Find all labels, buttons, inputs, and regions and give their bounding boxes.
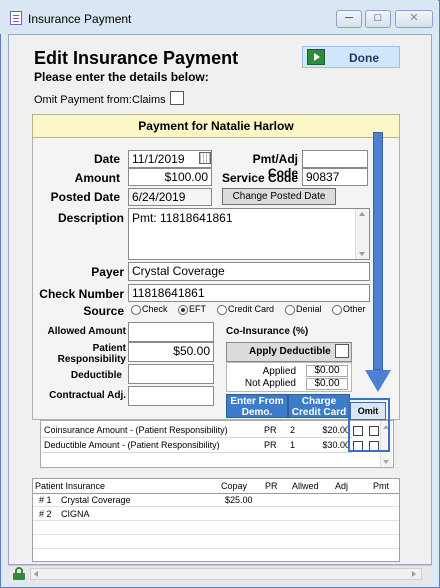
- header-copay: Copay: [221, 481, 248, 491]
- header-pmt: Pmt: [373, 481, 390, 491]
- panel-title: Payment for Natalie Harlow: [32, 114, 400, 138]
- page-title: Edit Insurance Payment: [34, 48, 239, 68]
- scroll-left-icon[interactable]: [34, 571, 38, 577]
- applied-value: $0.00: [306, 365, 348, 377]
- source-radio-credit-card[interactable]: Credit Card: [217, 304, 274, 316]
- row-description: Coinsurance Amount - (Patient Responsibi…: [44, 425, 228, 435]
- source-radio-check[interactable]: Check: [131, 304, 168, 316]
- done-label: Done: [349, 51, 379, 65]
- patient-responsibility-label: Patient Responsibility: [57, 343, 126, 365]
- amount-field[interactable]: $100.00: [128, 168, 212, 186]
- minimize-button[interactable]: ─: [336, 10, 362, 28]
- header-adj: Adj: [335, 481, 349, 491]
- row-code: 2: [290, 425, 296, 435]
- insurance-name: Crystal Coverage: [61, 495, 131, 505]
- window-title: Insurance Payment: [28, 12, 132, 26]
- insurance-name: CIGNA: [61, 509, 90, 519]
- check-number-field[interactable]: 11818641861: [128, 284, 370, 302]
- list-item: [33, 536, 399, 549]
- list-item[interactable]: # 1 Crystal Coverage $25.00: [33, 494, 399, 507]
- amount-label: Amount: [74, 171, 120, 185]
- row-pr: PR: [264, 440, 277, 450]
- insurance-list-header: Patient Insurance Copay PR Allwed Adj Pm…: [33, 481, 399, 494]
- table-row[interactable]: Coinsurance Amount - (Patient Responsibi…: [42, 424, 352, 438]
- list-item: [33, 522, 399, 535]
- lock-body: [13, 573, 25, 580]
- enter-from-demo-button[interactable]: Enter From Demo.: [226, 394, 288, 418]
- scroll-down-icon[interactable]: [383, 460, 389, 464]
- deductible-label: Deductible: [70, 370, 122, 381]
- row-code: 1: [290, 440, 296, 450]
- allowed-amount-label: Allowed Amount: [47, 326, 126, 337]
- source-radio-eft[interactable]: EFT: [178, 304, 206, 316]
- table-row[interactable]: Deductible Amount - (Patient Responsibil…: [42, 439, 352, 453]
- callout-arrow-shaft: [373, 132, 383, 370]
- service-code-label: Service Code: [221, 171, 298, 185]
- apply-deductible-button[interactable]: Apply Deductible: [226, 342, 352, 362]
- coinsurance-label: Co-Insurance (%): [226, 326, 309, 337]
- arrow-down-icon: [365, 370, 391, 392]
- header-allowed: Allwed: [292, 481, 319, 491]
- source-label: Source: [83, 304, 124, 318]
- scroll-right-icon[interactable]: [412, 571, 416, 577]
- row-amount: $20.00: [322, 425, 350, 435]
- omit-claims-checkbox[interactable]: [170, 91, 184, 105]
- patient-responsibility-field[interactable]: $50.00: [128, 342, 214, 362]
- claims-label: Claims: [132, 94, 166, 106]
- scroll-up-icon[interactable]: [359, 212, 365, 216]
- page-subtitle: Please enter the details below:: [34, 70, 209, 84]
- posted-date-label: Posted Date: [50, 190, 120, 204]
- source-radio-other[interactable]: Other: [332, 304, 366, 316]
- lock-icon: [13, 567, 25, 580]
- document-icon: [10, 11, 22, 25]
- date-label: Date: [93, 152, 120, 166]
- calendar-icon[interactable]: [199, 152, 211, 164]
- done-button[interactable]: Done: [302, 46, 400, 68]
- not-applied-label: Not Applied: [244, 378, 296, 389]
- allowed-amount-field[interactable]: [128, 322, 214, 342]
- horizontal-scrollbar[interactable]: [30, 568, 422, 580]
- charge-credit-card-button[interactable]: Charge Credit Card: [288, 394, 350, 418]
- description-label: Description: [57, 211, 124, 225]
- scroll-down-icon[interactable]: [359, 252, 365, 256]
- insurance-copay: $25.00: [225, 495, 253, 505]
- list-item[interactable]: # 2 CIGNA: [33, 508, 399, 521]
- check-number-label: Check Number: [39, 287, 124, 301]
- deductible-field[interactable]: [128, 364, 214, 384]
- payer-label: Payer: [91, 265, 124, 279]
- omit-highlight-box: [348, 398, 390, 452]
- contractual-adj-field[interactable]: [128, 386, 214, 406]
- posted-date-field: 6/24/2019: [128, 188, 212, 206]
- row-pr: PR: [264, 425, 277, 435]
- row-amount: $30.00: [322, 440, 350, 450]
- service-code-field[interactable]: 90837: [302, 168, 368, 186]
- row-description: Deductible Amount - (Patient Responsibil…: [44, 440, 220, 450]
- insurance-index: # 1: [39, 495, 52, 505]
- insurance-index: # 2: [39, 509, 52, 519]
- play-icon: [307, 49, 325, 65]
- payer-field[interactable]: Crystal Coverage: [128, 262, 370, 281]
- source-radio-denial[interactable]: Denial: [285, 304, 322, 316]
- apply-deductible-checkbox[interactable]: [335, 344, 349, 358]
- maximize-button[interactable]: □: [365, 10, 391, 28]
- header-pr: PR: [265, 481, 278, 491]
- header-patient-insurance: Patient Insurance: [35, 481, 106, 491]
- description-field[interactable]: Pmt: 11818641861: [128, 208, 370, 260]
- close-button[interactable]: ✕: [395, 10, 433, 28]
- omit-payment-label: Omit Payment from:: [34, 94, 132, 106]
- applied-label: Applied: [262, 366, 296, 377]
- not-applied-value: $0.00: [306, 378, 348, 390]
- contractual-adj-label: Contractual Adj.: [49, 390, 126, 401]
- adj-code-field[interactable]: [302, 150, 368, 168]
- change-posted-date-button[interactable]: Change Posted Date: [222, 188, 336, 205]
